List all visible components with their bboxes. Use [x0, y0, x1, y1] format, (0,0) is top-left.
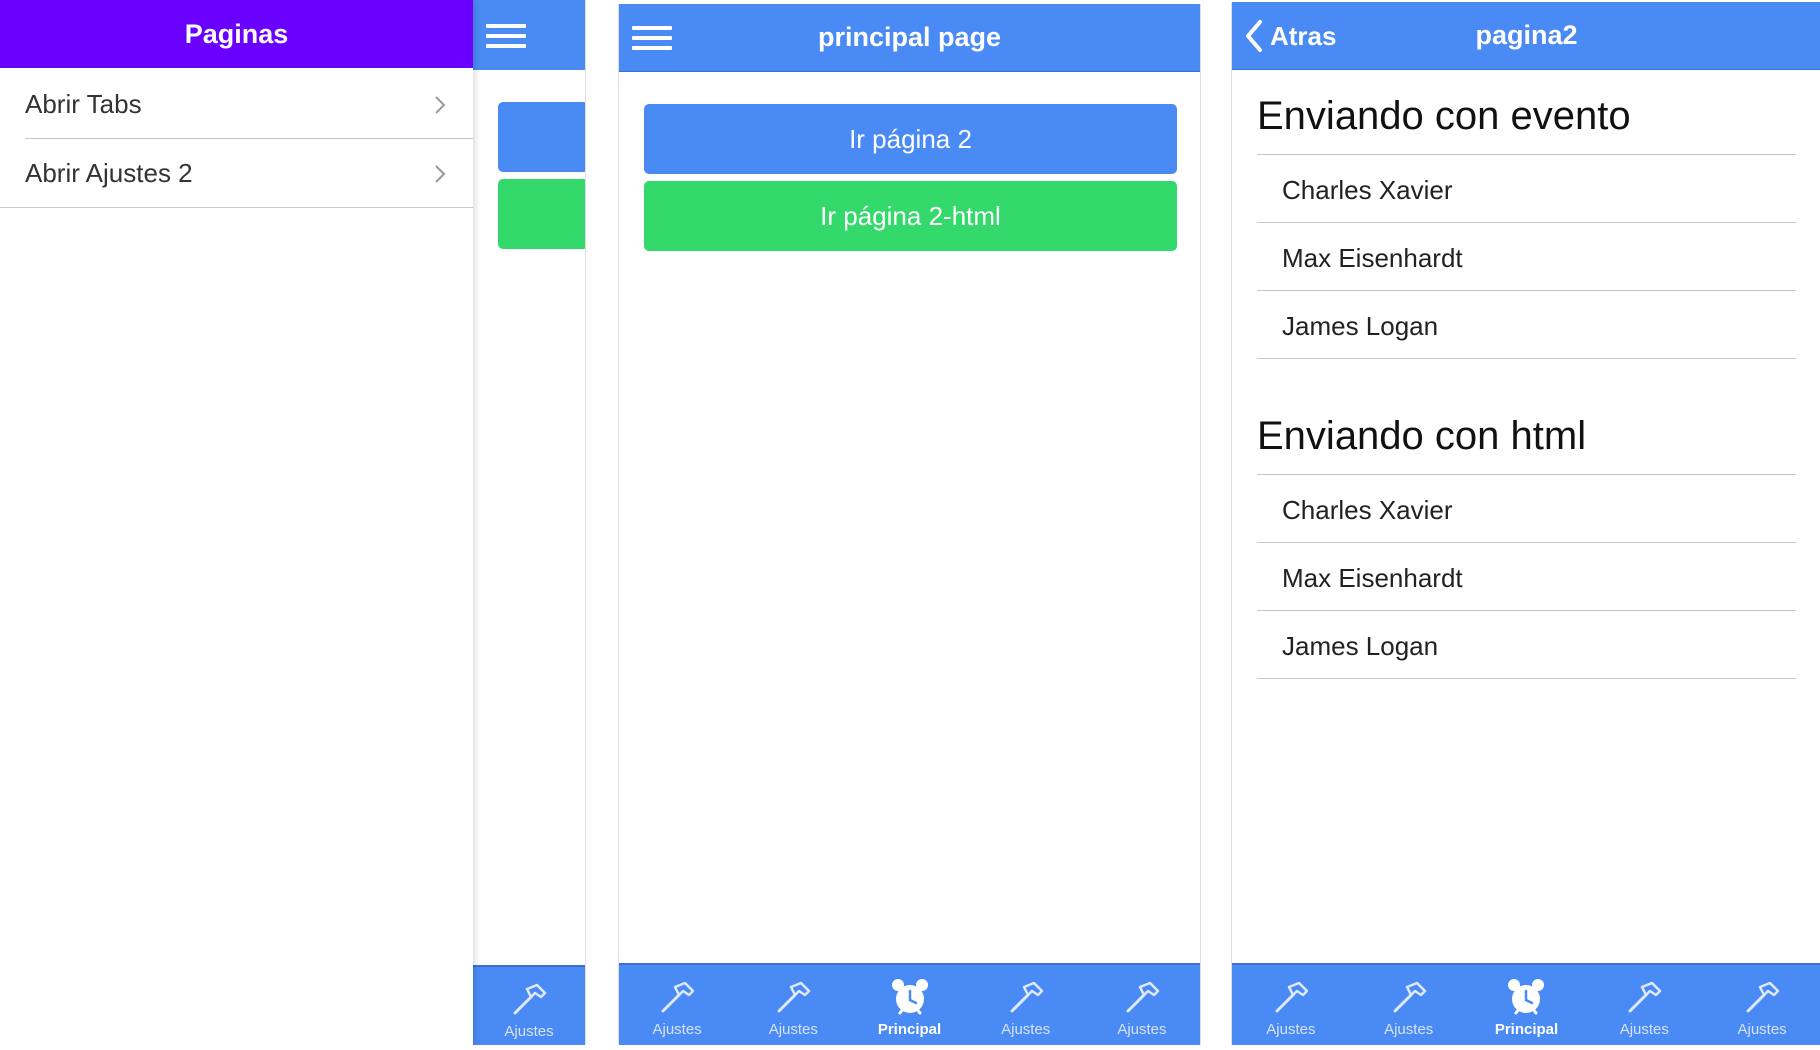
underlying-blue-button[interactable]: [498, 102, 585, 172]
underlying-page: Ajustes: [473, 0, 585, 1045]
tab-label: Ajustes: [1384, 1021, 1434, 1038]
page-title: pagina2: [1475, 20, 1578, 50]
tab-ajustes[interactable]: Ajustes: [1585, 965, 1703, 1045]
alarm-clock-icon: [1508, 979, 1545, 1015]
screen-menu: Paginas Abrir Tabs Abrir Ajustes 2 Ajust…: [0, 0, 586, 1045]
alarm-clock-icon: [891, 979, 928, 1015]
menu-header: Paginas: [0, 0, 473, 68]
list-item-label: Charles Xavier: [1282, 175, 1453, 205]
tab-label: Ajustes: [768, 1021, 818, 1038]
tab-label: Ajustes: [504, 1023, 554, 1040]
back-label: Atras: [1270, 20, 1337, 51]
list-item[interactable]: Max Eisenhardt: [1257, 543, 1796, 611]
list-item[interactable]: Charles Xavier: [1257, 475, 1796, 543]
tab-bar: Ajustes Ajustes Principal Ajustes Ajustes: [1232, 963, 1820, 1045]
tab-ajustes[interactable]: Ajustes: [1703, 965, 1820, 1045]
tab-ajustes[interactable]: Ajustes: [1084, 965, 1200, 1045]
underlying-header: [473, 0, 585, 70]
list-item[interactable]: James Logan: [1257, 291, 1796, 359]
tab-ajustes[interactable]: Ajustes: [473, 967, 585, 1040]
list-divider: [1257, 358, 1796, 359]
ir-pagina-2-button[interactable]: Ir página 2: [644, 104, 1177, 174]
tab-label: Ajustes: [652, 1021, 702, 1038]
list-item-label: Max Eisenhardt: [1282, 243, 1463, 273]
list-item-label: Max Eisenhardt: [1282, 563, 1463, 593]
menu-item-label: Abrir Tabs: [25, 89, 142, 119]
tab-ajustes[interactable]: Ajustes: [735, 965, 851, 1045]
hammer-icon: [777, 981, 811, 1013]
tab-label: Ajustes: [1619, 1021, 1669, 1038]
hammer-icon: [513, 983, 547, 1015]
list-item-label: James Logan: [1282, 631, 1439, 661]
tab-principal[interactable]: Principal: [851, 965, 967, 1045]
menu-title: Paginas: [184, 18, 289, 49]
menu-hamburger-icon[interactable]: [632, 26, 672, 52]
menu-divider: [0, 207, 473, 208]
tab-ajustes[interactable]: Ajustes: [619, 965, 735, 1045]
underlying-tabbar: Ajustes: [473, 965, 585, 1045]
back-button[interactable]: Atras: [1242, 2, 1336, 70]
tab-ajustes[interactable]: Ajustes: [968, 965, 1084, 1045]
tab-bar: Ajustes Ajustes Principal Ajustes Ajustes: [619, 963, 1200, 1045]
underlying-green-button[interactable]: [498, 179, 585, 249]
hammer-icon: [1393, 981, 1426, 1013]
list-divider: [1257, 678, 1796, 679]
list-item-label: James Logan: [1282, 311, 1439, 341]
pagina2-header: Atras pagina2: [1232, 2, 1820, 70]
hammer-icon: [1628, 981, 1662, 1013]
hammer-icon: [1010, 981, 1043, 1013]
menu-item-label: Abrir Ajustes 2: [25, 158, 193, 188]
hammer-icon: [1746, 981, 1780, 1013]
section-title: Enviando con html: [1257, 414, 1587, 458]
screen-principal: principal page Ir página 2 Ir página 2-h…: [618, 4, 1201, 1045]
list-item-label: Charles Xavier: [1282, 495, 1453, 525]
side-menu: Paginas Abrir Tabs Abrir Ajustes 2: [0, 0, 473, 1045]
principal-header: principal page: [619, 4, 1200, 72]
hammer-icon: [661, 981, 695, 1013]
menu-hamburger-icon[interactable]: [486, 24, 526, 50]
section-title: Enviando con evento: [1257, 94, 1631, 138]
tab-label: Principal: [877, 1021, 942, 1038]
tab-label: Ajustes: [1117, 1021, 1167, 1038]
tab-label: Ajustes: [1266, 1021, 1316, 1038]
menu-item-abrir-ajustes-2[interactable]: Abrir Ajustes 2: [0, 139, 473, 208]
screen-pagina2: Atras pagina2 Enviando con evento Charle…: [1231, 2, 1820, 1045]
list-item[interactable]: Charles Xavier: [1257, 155, 1796, 223]
hammer-icon: [1126, 981, 1160, 1013]
hammer-icon: [1275, 981, 1309, 1013]
chevron-right-icon: [435, 165, 446, 183]
tab-label: Ajustes: [1001, 1021, 1051, 1038]
tab-label: Ajustes: [1737, 1021, 1787, 1038]
menu-item-abrir-tabs[interactable]: Abrir Tabs: [0, 70, 473, 139]
tab-label: Principal: [1494, 1021, 1559, 1038]
chevron-left-icon: [1246, 20, 1262, 52]
tab-principal[interactable]: Principal: [1468, 965, 1586, 1045]
chevron-right-icon: [435, 96, 446, 114]
ir-pagina-2-html-button[interactable]: Ir página 2-html: [644, 181, 1177, 251]
tab-ajustes[interactable]: Ajustes: [1350, 965, 1468, 1045]
list-item[interactable]: James Logan: [1257, 611, 1796, 679]
tab-ajustes[interactable]: Ajustes: [1232, 965, 1350, 1045]
list-item[interactable]: Max Eisenhardt: [1257, 223, 1796, 291]
page-title: principal page: [817, 22, 1002, 52]
